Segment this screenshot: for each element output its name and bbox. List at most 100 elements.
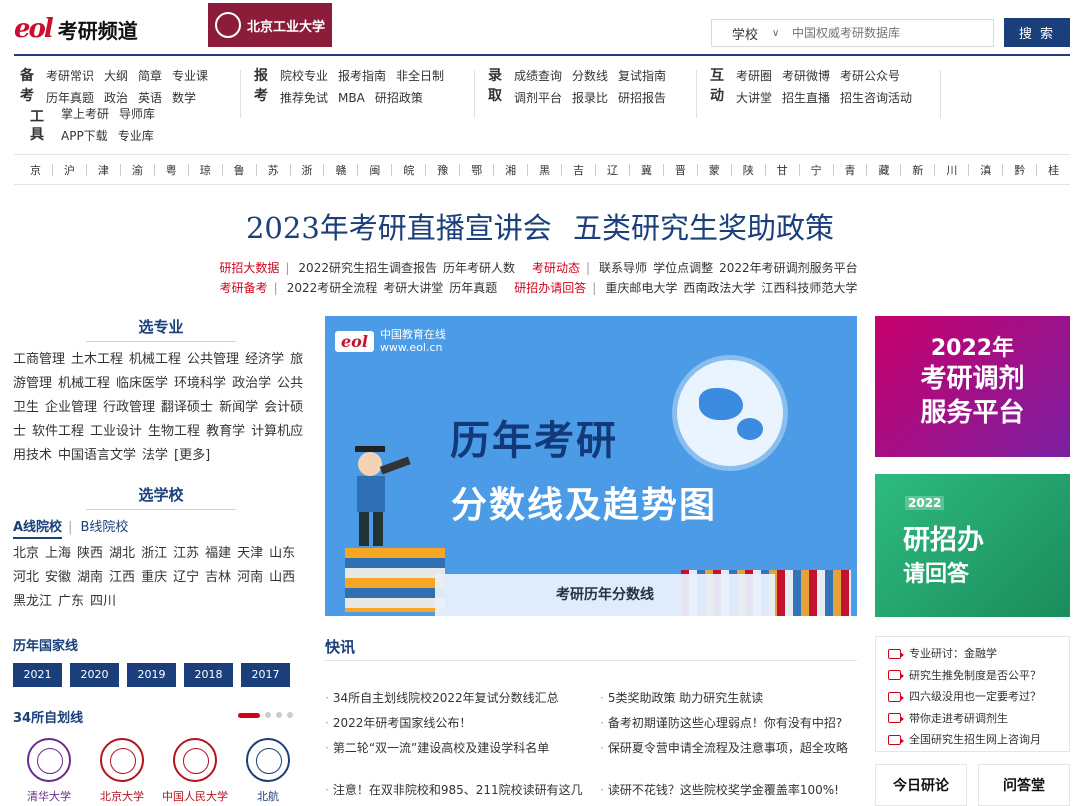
news-item[interactable]: 读研不花钱？这些院校奖学金覆盖率100%! bbox=[600, 781, 860, 798]
province-link[interactable]: 京 bbox=[30, 162, 41, 178]
province-link[interactable]: 黑 bbox=[539, 162, 550, 178]
search-type-select[interactable]: 学校 ∨ bbox=[712, 24, 792, 43]
year-button[interactable]: 2018 bbox=[184, 663, 233, 687]
quick-link[interactable]: 江西科技师范大学 bbox=[761, 281, 857, 295]
province-link[interactable]: 豫 bbox=[437, 162, 448, 178]
province-link[interactable]: 宁 bbox=[811, 162, 822, 178]
major-link[interactable]: 机械工程 bbox=[58, 376, 110, 391]
news-item[interactable]: 第二轮“双一流”建设高校及建设学科名单 bbox=[325, 739, 585, 756]
news-item[interactable]: 备考初期谨防这些心理弱点！你有没有中招? bbox=[600, 714, 860, 731]
nav-link[interactable]: 成绩查询 bbox=[514, 69, 562, 83]
nav-link[interactable]: 分数线 bbox=[572, 69, 608, 83]
province-link[interactable]: 琼 bbox=[200, 162, 211, 178]
qa-hall-button[interactable]: 问答堂 bbox=[978, 764, 1070, 806]
province-link[interactable]: 藏 bbox=[878, 162, 889, 178]
eol-logo[interactable]: eol 考研频道 bbox=[14, 12, 184, 46]
region-link[interactable]: 吉林 bbox=[205, 570, 231, 585]
carousel-dot[interactable] bbox=[287, 712, 293, 718]
nav-link[interactable]: 非全日制 bbox=[396, 69, 444, 83]
major-link[interactable]: 生物工程 bbox=[148, 424, 200, 439]
nav-link[interactable]: 研招政策 bbox=[375, 91, 423, 105]
region-link[interactable]: 广东 bbox=[58, 594, 84, 609]
province-link[interactable]: 黔 bbox=[1014, 162, 1025, 178]
province-link[interactable]: 青 bbox=[845, 162, 856, 178]
partner-banner[interactable]: 北京工业大学 bbox=[208, 3, 332, 47]
headline-link[interactable]: 2023年考研直播宣讲会 五类研究生奖助政策 bbox=[0, 205, 1080, 247]
news-item[interactable]: 保研夏令营申请全流程及注意事项，超全攻略 bbox=[600, 739, 860, 756]
carousel-dot[interactable] bbox=[265, 712, 271, 718]
province-link[interactable]: 蒙 bbox=[709, 162, 720, 178]
region-link[interactable]: 辽宁 bbox=[173, 570, 199, 585]
quick-link[interactable]: 历年考研人数 bbox=[443, 261, 515, 275]
main-banner[interactable]: eol 中国教育在线 www.eol.cn 历年考研 分数线及趋势图 考研历年分数… bbox=[325, 316, 857, 616]
province-link[interactable]: 川 bbox=[946, 162, 957, 178]
nav-link[interactable]: 导师库 bbox=[119, 107, 155, 121]
province-link[interactable]: 鄂 bbox=[471, 162, 482, 178]
major-link[interactable]: 中国语言文学 bbox=[58, 448, 136, 463]
region-link[interactable]: 江苏 bbox=[173, 546, 199, 561]
nav-link[interactable]: MBA bbox=[338, 91, 365, 105]
year-button[interactable]: 2021 bbox=[13, 663, 62, 687]
nav-link[interactable]: 报录比 bbox=[572, 91, 608, 105]
province-link[interactable]: 湘 bbox=[505, 162, 516, 178]
region-link[interactable]: 安徽 bbox=[45, 570, 71, 585]
province-link[interactable]: 苏 bbox=[268, 162, 279, 178]
news-item[interactable]: 5类奖助政策 助力研究生就读 bbox=[600, 689, 860, 706]
province-link[interactable]: 闽 bbox=[369, 162, 380, 178]
topic-item[interactable]: 专业研讨：金融学 bbox=[888, 643, 1057, 665]
nav-link[interactable]: 考研公众号 bbox=[840, 69, 900, 83]
major-link[interactable]: 政治学 bbox=[232, 376, 271, 391]
province-link[interactable]: 新 bbox=[912, 162, 923, 178]
region-link[interactable]: 湖南 bbox=[77, 570, 103, 585]
major-link[interactable]: 机械工程 bbox=[129, 352, 181, 367]
province-link[interactable]: 冀 bbox=[641, 162, 652, 178]
nav-link[interactable]: 推荐免试 bbox=[280, 91, 328, 105]
major-link[interactable]: 经济学 bbox=[245, 352, 284, 367]
region-link[interactable]: 重庆 bbox=[141, 570, 167, 585]
quick-category-link[interactable]: 研招大数据 bbox=[219, 261, 279, 275]
quick-link[interactable]: 2022年考研调剂服务平台 bbox=[719, 261, 858, 275]
major-link[interactable]: 企业管理 bbox=[45, 400, 97, 415]
news-item[interactable]: 注意！在双非院校和985、211院校读研有这几 bbox=[325, 781, 585, 798]
region-link[interactable]: 福建 bbox=[205, 546, 231, 561]
nav-link[interactable]: 考研微博 bbox=[782, 69, 830, 83]
search-button[interactable]: 搜 索 bbox=[1004, 18, 1070, 47]
province-link[interactable]: 吉 bbox=[573, 162, 584, 178]
major-link[interactable]: 教育学 bbox=[206, 424, 245, 439]
quick-link[interactable]: 西南政法大学 bbox=[683, 281, 755, 295]
university-card[interactable]: 清华大学 bbox=[14, 738, 84, 804]
region-link[interactable]: 山西 bbox=[269, 570, 295, 585]
year-button[interactable]: 2019 bbox=[127, 663, 176, 687]
banner-caption[interactable]: 考研历年分数线 bbox=[435, 574, 775, 616]
news-item[interactable]: 34所自主划线院校2022年复试分数线汇总 bbox=[325, 689, 585, 706]
university-card[interactable]: 北航 bbox=[233, 738, 303, 804]
province-link[interactable]: 沪 bbox=[64, 162, 75, 178]
region-link[interactable]: 河北 bbox=[13, 570, 39, 585]
topic-item[interactable]: 四六级没用也一定要考过？ bbox=[888, 686, 1057, 708]
province-link[interactable]: 桂 bbox=[1048, 162, 1059, 178]
carousel-dot-active[interactable] bbox=[238, 712, 260, 718]
nav-link[interactable]: 招生咨询活动 bbox=[840, 91, 912, 105]
nav-link[interactable]: 考研常识 bbox=[46, 69, 94, 83]
search-input[interactable] bbox=[792, 26, 993, 40]
region-link[interactable]: 上海 bbox=[45, 546, 71, 561]
province-link[interactable]: 滇 bbox=[980, 162, 991, 178]
nav-link[interactable]: 简章 bbox=[138, 69, 162, 83]
province-link[interactable]: 晋 bbox=[675, 162, 686, 178]
nav-link[interactable]: 大讲堂 bbox=[736, 91, 772, 105]
province-link[interactable]: 粤 bbox=[166, 162, 177, 178]
nav-link[interactable]: 招生直播 bbox=[782, 91, 830, 105]
region-link[interactable]: 陕西 bbox=[77, 546, 103, 561]
quick-link[interactable]: 重庆邮电大学 bbox=[605, 281, 677, 295]
quick-category-link[interactable]: 考研备考 bbox=[220, 281, 268, 295]
major-link[interactable]: 软件工程 bbox=[32, 424, 84, 439]
carousel-dot[interactable] bbox=[276, 712, 282, 718]
nav-link[interactable]: 调剂平台 bbox=[514, 91, 562, 105]
nav-link[interactable]: 考研圈 bbox=[736, 69, 772, 83]
major-link[interactable]: 环境科学 bbox=[174, 376, 226, 391]
region-link[interactable]: 江西 bbox=[109, 570, 135, 585]
province-link[interactable]: 浙 bbox=[302, 162, 313, 178]
nav-link[interactable]: 复试指南 bbox=[618, 69, 666, 83]
region-link[interactable]: 湖北 bbox=[109, 546, 135, 561]
quick-link[interactable]: 考研大讲堂 bbox=[383, 281, 443, 295]
